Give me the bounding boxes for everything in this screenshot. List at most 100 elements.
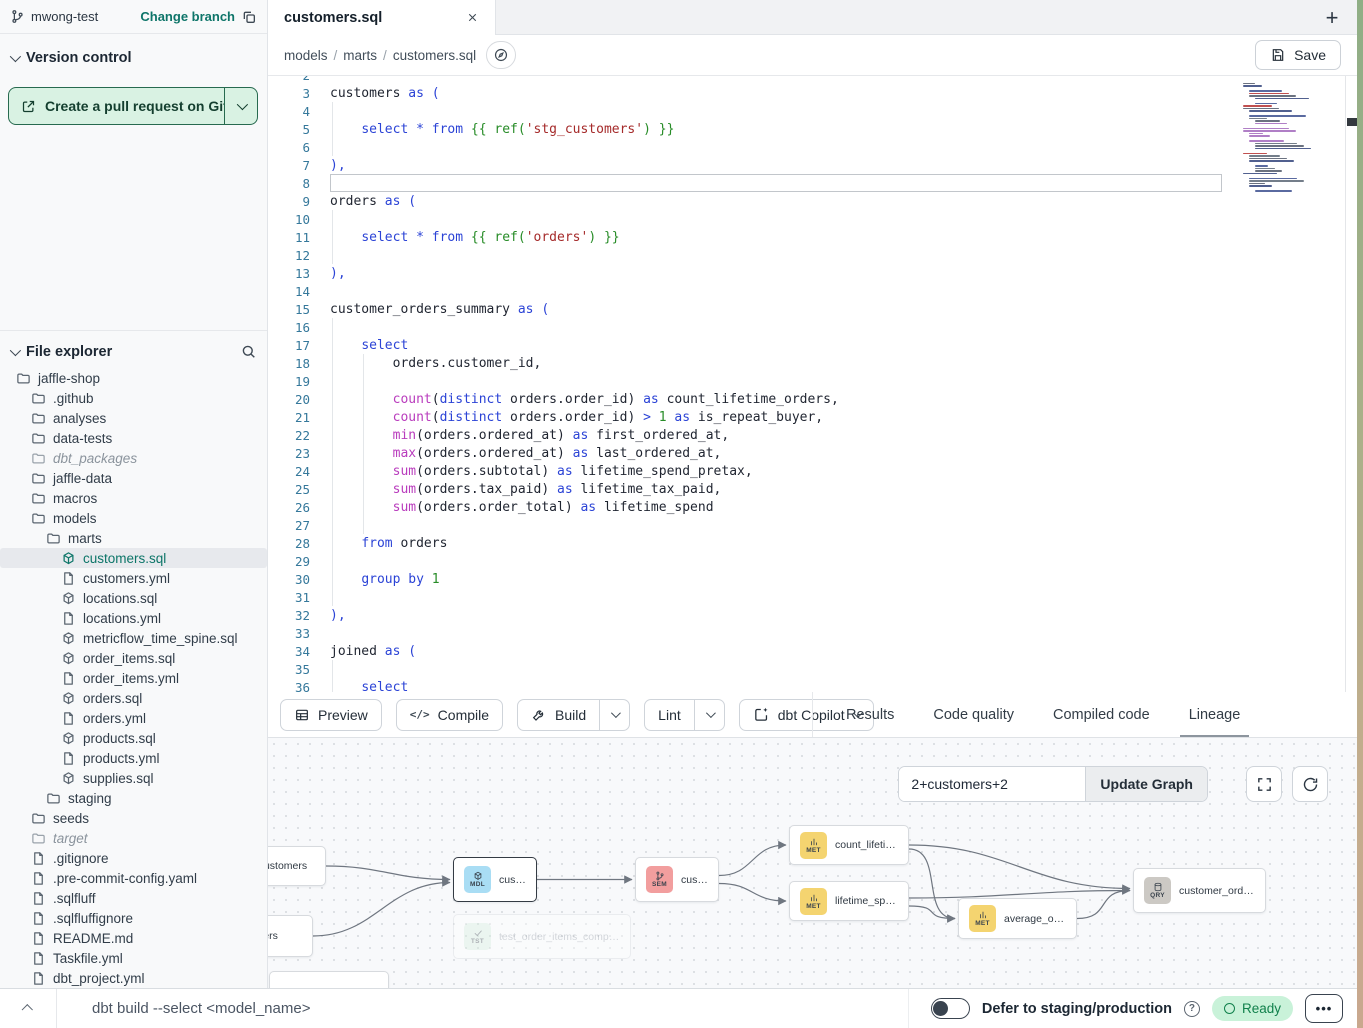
code-line-26[interactable]: 26 sum(orders.order_total) as lifetime_s… <box>268 498 1357 516</box>
lineage-node-average-order-value[interactable]: METaverage_order_value <box>958 898 1077 939</box>
lineage-node-customers-mdl[interactable]: MDLcustomers <box>453 857 537 902</box>
lineage-filter-input[interactable] <box>899 767 1085 801</box>
code-line-21[interactable]: 21 count(distinct orders.order_id) > 1 a… <box>268 408 1357 426</box>
file-tree-item-orders-yml[interactable]: orders.yml <box>0 708 267 728</box>
change-branch-link[interactable]: Change branch <box>140 9 235 24</box>
code-line-36[interactable]: 36 select <box>268 678 1357 692</box>
more-options-button[interactable]: ••• <box>1305 994 1343 1023</box>
code-line-12[interactable]: 12 <box>268 246 1357 264</box>
code-editor[interactable]: 23customers as (45 select * from {{ ref(… <box>268 76 1357 692</box>
code-line-11[interactable]: 11 select * from {{ ref('orders') }} <box>268 228 1357 246</box>
code-line-25[interactable]: 25 sum(orders.tax_paid) as lifetime_tax_… <box>268 480 1357 498</box>
collapse-command-bar-button[interactable] <box>0 1005 56 1013</box>
code-line-10[interactable]: 10 <box>268 210 1357 228</box>
build-button[interactable]: Build <box>518 700 599 730</box>
file-tree-item-locations-yml[interactable]: locations.yml <box>0 608 267 628</box>
file-tree-item-data-tests[interactable]: data-tests <box>0 428 267 448</box>
code-line-17[interactable]: 17 select <box>268 336 1357 354</box>
code-line-2[interactable]: 2 <box>268 76 1357 84</box>
help-icon[interactable]: ? <box>1184 1001 1200 1017</box>
file-tree-item-orders-sql[interactable]: orders.sql <box>0 688 267 708</box>
code-line-23[interactable]: 23 max(orders.ordered_at) as last_ordere… <box>268 444 1357 462</box>
pull-request-dropdown-button[interactable] <box>224 88 257 124</box>
lineage-node-customer-order-metrics[interactable]: QRYcustomer_order_metrics <box>1133 868 1266 913</box>
breadcrumb-marts[interactable]: marts <box>343 48 377 63</box>
copy-icon[interactable] <box>241 9 257 25</box>
lineage-node-partial-node[interactable] <box>269 971 389 988</box>
file-tree-item-dbt-project-yml[interactable]: dbt_project.yml <box>0 968 267 988</box>
lineage-node-lifetime-spend-pretax[interactable]: METlifetime_spend_pretax <box>789 881 909 921</box>
code-line-29[interactable]: 29 <box>268 552 1357 570</box>
file-tree-item-locations-sql[interactable]: locations.sql <box>0 588 267 608</box>
scrollbar-thumb[interactable] <box>1347 118 1357 126</box>
file-tree-item--sqlfluff[interactable]: .sqlfluff <box>0 888 267 908</box>
code-line-19[interactable]: 19 <box>268 372 1357 390</box>
code-line-15[interactable]: 15customer_orders_summary as ( <box>268 300 1357 318</box>
file-tree-item-products-yml[interactable]: products.yml <box>0 748 267 768</box>
save-button[interactable]: Save <box>1255 40 1341 70</box>
update-graph-button[interactable]: Update Graph <box>1085 767 1207 801</box>
file-tree-item-jaffle-shop[interactable]: jaffle-shop <box>0 368 267 388</box>
close-icon[interactable] <box>466 11 479 24</box>
file-tree-item-jaffle-data[interactable]: jaffle-data <box>0 468 267 488</box>
file-tree-item-readme-md[interactable]: README.md <box>0 928 267 948</box>
code-line-28[interactable]: 28 from orders <box>268 534 1357 552</box>
file-tree-item-order-items-yml[interactable]: order_items.yml <box>0 668 267 688</box>
code-line-18[interactable]: 18 orders.customer_id, <box>268 354 1357 372</box>
code-line-16[interactable]: 16 <box>268 318 1357 336</box>
code-line-27[interactable]: 27 <box>268 516 1357 534</box>
file-tree-item-target[interactable]: target <box>0 828 267 848</box>
lineage-node-count-lifetime-orders[interactable]: METcount_lifetime_orders <box>789 825 909 865</box>
editor-scrollbar[interactable] <box>1345 76 1357 692</box>
file-tree-item--sqlfluffignore[interactable]: .sqlfluffignore <box>0 908 267 928</box>
file-tree-item-models[interactable]: models <box>0 508 267 528</box>
panel-tab-compiled-code[interactable]: Compiled code <box>1050 692 1153 737</box>
file-tree-item-supplies-sql[interactable]: supplies.sql <box>0 768 267 788</box>
code-line-22[interactable]: 22 min(orders.ordered_at) as first_order… <box>268 426 1357 444</box>
code-line-3[interactable]: 3customers as ( <box>268 84 1357 102</box>
minimap[interactable] <box>1243 82 1331 196</box>
lint-button[interactable]: Lint <box>645 700 694 730</box>
file-tree-item-dbt-packages[interactable]: dbt_packages <box>0 448 267 468</box>
lineage-node-orders[interactable]: orders <box>268 915 313 957</box>
file-tree-item--github[interactable]: .github <box>0 388 267 408</box>
file-tree-item-macros[interactable]: macros <box>0 488 267 508</box>
code-line-14[interactable]: 14 <box>268 282 1357 300</box>
breadcrumb-file[interactable]: customers.sql <box>393 48 476 63</box>
lineage-node-stg-customers[interactable]: stg_customers <box>268 846 326 886</box>
preview-button[interactable]: Preview <box>280 699 382 731</box>
fullscreen-button[interactable] <box>1246 766 1282 802</box>
compass-icon-button[interactable] <box>486 41 516 69</box>
code-line-24[interactable]: 24 sum(orders.subtotal) as lifetime_spen… <box>268 462 1357 480</box>
code-line-4[interactable]: 4 <box>268 102 1357 120</box>
create-pull-request-button[interactable]: Create a pull request on Git... <box>8 87 258 125</box>
panel-tab-code-quality[interactable]: Code quality <box>930 692 1017 737</box>
file-tree-item-customers-yml[interactable]: customers.yml <box>0 568 267 588</box>
version-control-header[interactable]: Version control <box>0 50 267 66</box>
code-line-30[interactable]: 30 group by 1 <box>268 570 1357 588</box>
code-line-13[interactable]: 13), <box>268 264 1357 282</box>
file-explorer-header[interactable]: File explorer <box>0 331 267 368</box>
search-icon[interactable] <box>240 343 257 360</box>
code-line-20[interactable]: 20 count(distinct orders.order_id) as co… <box>268 390 1357 408</box>
build-dropdown-button[interactable] <box>599 700 629 730</box>
code-line-34[interactable]: 34joined as ( <box>268 642 1357 660</box>
code-line-32[interactable]: 32), <box>268 606 1357 624</box>
panel-tab-lineage[interactable]: Lineage <box>1186 692 1244 737</box>
panel-tab-results[interactable]: Results <box>843 692 897 737</box>
file-tree-item-seeds[interactable]: seeds <box>0 808 267 828</box>
code-line-5[interactable]: 5 select * from {{ ref('stg_customers') … <box>268 120 1357 138</box>
lineage-node-tst-node[interactable]: TSTtest_order_items_compute_to_bools... <box>453 914 631 959</box>
tab-customers-sql[interactable]: customers.sql <box>268 0 496 35</box>
defer-toggle[interactable] <box>931 998 970 1019</box>
code-line-7[interactable]: 7), <box>268 156 1357 174</box>
file-tree-item-taskfile-yml[interactable]: Taskfile.yml <box>0 948 267 968</box>
file-tree-item-marts[interactable]: marts <box>0 528 267 548</box>
code-line-9[interactable]: 9orders as ( <box>268 192 1357 210</box>
file-tree-item--pre-commit-config-yaml[interactable]: .pre-commit-config.yaml <box>0 868 267 888</box>
file-tree-item-products-sql[interactable]: products.sql <box>0 728 267 748</box>
code-line-33[interactable]: 33 <box>268 624 1357 642</box>
compile-button[interactable]: </> Compile <box>396 699 503 731</box>
command-input[interactable]: dbt build --select <model_name> <box>56 989 908 1028</box>
file-tree-item-customers-sql[interactable]: customers.sql <box>0 548 267 568</box>
